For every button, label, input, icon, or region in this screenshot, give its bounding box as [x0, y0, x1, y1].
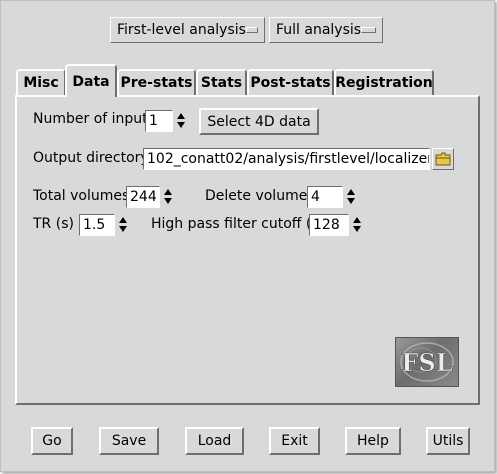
exit-label: Exit — [281, 433, 308, 449]
number-of-inputs-field[interactable]: 1 — [145, 110, 173, 132]
menu-indicator-icon — [245, 27, 258, 33]
tab-registration[interactable]: Registration — [334, 69, 434, 95]
analysis-type-menu[interactable]: Full analysis — [269, 17, 383, 43]
tab-registration-label: Registration — [335, 75, 433, 91]
select-4d-data-label: Select 4D data — [207, 113, 311, 130]
save-button[interactable]: Save — [99, 427, 159, 455]
go-button[interactable]: Go — [31, 427, 73, 455]
browse-directory-button[interactable] — [432, 148, 454, 170]
utils-button[interactable]: Utils — [426, 427, 470, 455]
tab-misc-label: Misc — [23, 75, 59, 91]
stepper-down-icon[interactable] — [119, 226, 127, 232]
stepper-up-icon[interactable] — [353, 217, 361, 223]
load-button[interactable]: Load — [185, 427, 244, 455]
feat-window: First-level analysis Full analysis Misc … — [0, 0, 495, 472]
tab-misc[interactable]: Misc — [16, 69, 66, 95]
tab-post-stats-label: Post-stats — [250, 75, 331, 91]
stepper-up-icon[interactable] — [119, 217, 127, 223]
tab-post-stats[interactable]: Post-stats — [247, 69, 334, 95]
high-pass-field[interactable]: 128 — [309, 214, 349, 236]
tr-field[interactable]: 1.5 — [79, 214, 115, 236]
tab-data[interactable]: Data — [65, 64, 117, 97]
tab-pre-stats[interactable]: Pre-stats — [117, 69, 196, 95]
stepper-down-icon[interactable] — [164, 198, 172, 204]
tab-data-label: Data — [72, 73, 110, 90]
number-of-inputs-stepper[interactable] — [175, 110, 189, 132]
save-label: Save — [111, 433, 147, 449]
analysis-level-menu[interactable]: First-level analysis — [110, 17, 265, 43]
analysis-type-label: Full analysis — [276, 22, 362, 38]
total-volumes-label: Total volumes — [33, 188, 130, 204]
fsl-logo-art: FSL — [400, 342, 454, 382]
stepper-down-icon[interactable] — [353, 226, 361, 232]
help-button[interactable]: Help — [345, 427, 401, 455]
delete-volumes-label: Delete volumes — [205, 188, 315, 204]
high-pass-stepper[interactable] — [351, 214, 365, 236]
stepper-up-icon[interactable] — [164, 189, 172, 195]
fsl-logo-text: FSL — [401, 348, 452, 377]
exit-button[interactable]: Exit — [269, 427, 320, 455]
tr-label: TR (s) — [33, 216, 74, 232]
delete-volumes-stepper[interactable] — [345, 186, 359, 208]
tab-stats[interactable]: Stats — [196, 69, 247, 95]
high-pass-label: High pass filter cutoff (s) — [151, 216, 325, 232]
analysis-level-label: First-level analysis — [117, 22, 246, 38]
total-volumes-field[interactable]: 244 — [126, 186, 160, 208]
go-label: Go — [42, 433, 62, 449]
total-volumes-stepper[interactable] — [162, 186, 176, 208]
tab-pre-stats-label: Pre-stats — [120, 75, 193, 91]
tab-stats-label: Stats — [200, 75, 243, 91]
output-directory-field[interactable]: 102_conatt02/analysis/firstlevel/localiz… — [143, 148, 430, 170]
tr-stepper[interactable] — [117, 214, 131, 236]
load-label: Load — [197, 433, 232, 449]
folder-icon — [435, 152, 451, 166]
help-label: Help — [357, 433, 389, 449]
delete-volumes-field[interactable]: 4 — [307, 186, 343, 208]
menu-indicator-icon — [361, 27, 376, 33]
select-4d-data-button[interactable]: Select 4D data — [199, 108, 319, 135]
stepper-down-icon[interactable] — [177, 122, 185, 128]
stepper-up-icon[interactable] — [177, 113, 185, 119]
data-tab-panel: Number of inputs 1 Select 4D data Output… — [15, 95, 480, 405]
fsl-logo: FSL — [395, 337, 459, 387]
number-of-inputs-label: Number of inputs — [33, 111, 155, 127]
output-directory-label: Output directory — [33, 150, 149, 166]
utils-label: Utils — [432, 433, 464, 449]
stepper-up-icon[interactable] — [347, 189, 355, 195]
stepper-down-icon[interactable] — [347, 198, 355, 204]
